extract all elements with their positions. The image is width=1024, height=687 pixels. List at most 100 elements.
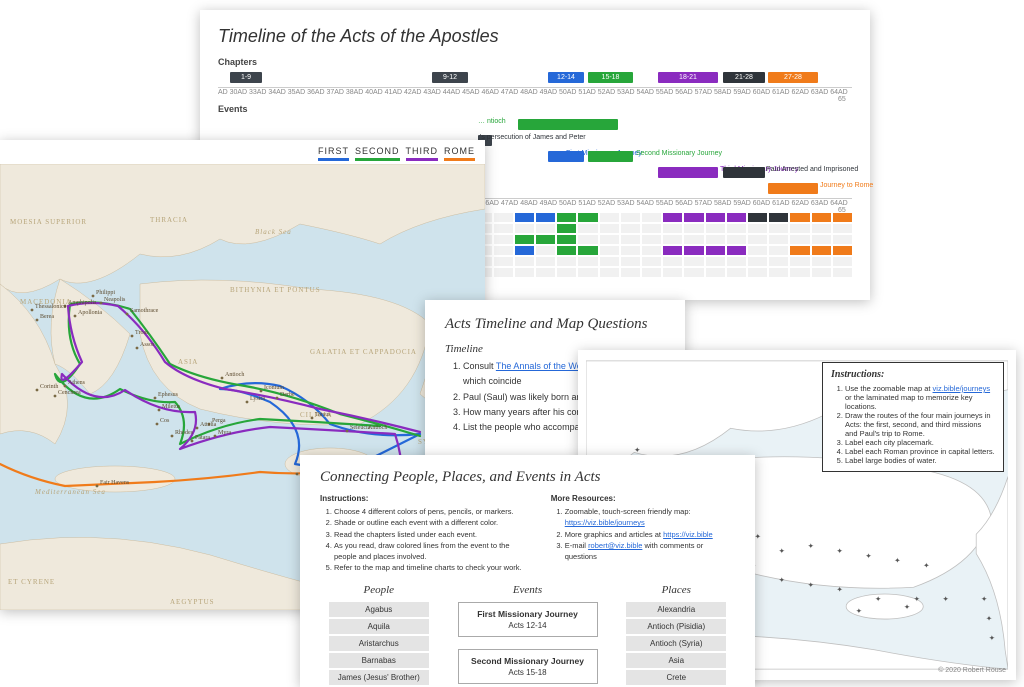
- star-icon: ✦: [808, 580, 815, 589]
- axis-tick: AD 63: [799, 89, 818, 96]
- worksheet-title: Connecting People, Places, and Events in…: [320, 469, 735, 486]
- place-pill[interactable]: Alexandria: [626, 602, 726, 617]
- grid-cell: [557, 268, 576, 277]
- wks-link[interactable]: https://viz.bible/journeys: [565, 518, 645, 527]
- star-icon: ✦: [981, 595, 988, 604]
- grid-cell: [812, 235, 831, 244]
- grid-cell: [600, 235, 619, 244]
- wks-link[interactable]: https://viz.bible: [663, 530, 713, 539]
- grid-cell: [515, 257, 534, 266]
- city-label: Iconium: [264, 385, 284, 391]
- event-box[interactable]: First Missionary JourneyActs 12-14: [458, 602, 598, 637]
- star-icon: ✦: [779, 547, 786, 556]
- chapter-bar[interactable]: 18-21: [658, 72, 718, 83]
- axis-tick: AD 57: [683, 200, 702, 207]
- axis-tick: AD 60: [741, 200, 760, 207]
- place-pill[interactable]: Crete: [626, 670, 726, 685]
- chapter-bar[interactable]: 1-9: [230, 72, 262, 83]
- axis-tick: AD 50: [547, 89, 566, 96]
- axis-tick: AD 35: [276, 89, 295, 96]
- blank-link[interactable]: viz.bible/journeys: [933, 384, 991, 393]
- grid-cell: [706, 224, 725, 233]
- people-pill[interactable]: James (Jesus' Brother): [329, 670, 429, 685]
- city-label: Derbe: [280, 392, 295, 398]
- places-head: Places: [618, 584, 736, 596]
- people-pill[interactable]: Aquila: [329, 619, 429, 634]
- event-bar[interactable]: [768, 183, 818, 194]
- event-bar[interactable]: [588, 151, 633, 162]
- place-pill[interactable]: Antioch (Syria): [626, 636, 726, 651]
- blank-instr-item: Label each city placemark.: [845, 438, 995, 447]
- city-label: Apollonia: [78, 310, 102, 316]
- grid-cell: [769, 224, 788, 233]
- place-pill[interactable]: Asia: [626, 653, 726, 668]
- grid-cell: [515, 268, 534, 277]
- grid-cell: [557, 213, 576, 222]
- star-icon: ✦: [865, 551, 872, 560]
- legend-item[interactable]: THIRD: [406, 146, 439, 161]
- worksheet-panel: Connecting People, Places, and Events in…: [300, 455, 755, 687]
- chapter-bar[interactable]: 27-28: [768, 72, 818, 83]
- star-icon: ✦: [779, 575, 786, 584]
- legend-item[interactable]: SECOND: [355, 146, 400, 161]
- star-icon: ✦: [856, 606, 863, 615]
- star-icon: ✦: [989, 633, 996, 642]
- grid-cell: [833, 235, 852, 244]
- grid-cell: [663, 257, 682, 266]
- region-label: BITHYNIA ET PONTUS: [230, 286, 321, 294]
- axis-tick: AD 33: [237, 89, 256, 96]
- star-icon: ✦: [894, 556, 901, 565]
- grid-cell: [515, 224, 534, 233]
- grid-cell: [536, 224, 555, 233]
- grid-cell: [642, 257, 661, 266]
- people-pill[interactable]: Aristarchus: [329, 636, 429, 651]
- grid-cell: [578, 213, 597, 222]
- chapter-bar[interactable]: 9-12: [432, 72, 468, 83]
- chapter-bars-row: 1-9 9-12 12-14 15-18 18-21 21-2827-28: [218, 71, 852, 85]
- event-bar[interactable]: [518, 119, 618, 130]
- event-label: Journey to Rome: [820, 182, 873, 189]
- grid-cell: [642, 246, 661, 255]
- axis-tick: AD 47: [489, 89, 508, 96]
- axis-tick: AD 64: [819, 200, 838, 207]
- place-pill[interactable]: Antioch (Pisidia): [626, 619, 726, 634]
- grid-cell: [642, 268, 661, 277]
- svg-text:Antioch: Antioch: [368, 425, 387, 431]
- legend-item[interactable]: ROME: [444, 146, 475, 161]
- grid-cell: [663, 268, 682, 277]
- chapter-bar[interactable]: 21-28: [723, 72, 765, 83]
- chapter-bar[interactable]: 15-18: [588, 72, 633, 83]
- grid-cell: [706, 257, 725, 266]
- city-label: Patara: [195, 435, 210, 441]
- grid-cell: [557, 257, 576, 266]
- people-pill[interactable]: Agabus: [329, 602, 429, 617]
- wks-instr-item: Choose 4 different colors of pens, penci…: [334, 506, 523, 517]
- grid-cell: [790, 224, 809, 233]
- chapter-bar[interactable]: 12-14: [548, 72, 584, 83]
- grid-cell: [621, 235, 640, 244]
- wks-instr-item: Read the chapters listed under each even…: [334, 529, 523, 540]
- event-label: 's persecution of James and Peter: [480, 134, 586, 141]
- grid-cell: [748, 213, 767, 222]
- city-label: Lystra: [250, 396, 265, 402]
- people-pill[interactable]: Barnabas: [329, 653, 429, 668]
- axis-tick: AD 54: [625, 89, 644, 96]
- axis-tick: AD 63: [799, 200, 818, 207]
- event-bar[interactable]: [723, 167, 765, 178]
- star-icon: ✦: [923, 561, 930, 570]
- legend-item[interactable]: FIRST: [318, 146, 349, 161]
- axis-tick: AD 48: [509, 200, 528, 207]
- grid-cell: [663, 213, 682, 222]
- wks-more-item: Zoomable, touch-screen friendly map: htt…: [565, 506, 735, 529]
- grid-cell: [515, 235, 534, 244]
- wks-link[interactable]: robert@viz.bible: [588, 541, 642, 550]
- grid-cell: [515, 246, 534, 255]
- event-box[interactable]: Second Missionary JourneyActs 15-18: [458, 649, 598, 684]
- axis-tick: AD 59: [722, 200, 741, 207]
- grid-cell: [748, 246, 767, 255]
- events-column: Events First Missionary JourneyActs 12-1…: [458, 584, 598, 687]
- star-icon: ✦: [634, 445, 641, 454]
- grid-cell: [706, 268, 725, 277]
- axis-tick: AD 56: [664, 200, 683, 207]
- event-bar[interactable]: [658, 167, 718, 178]
